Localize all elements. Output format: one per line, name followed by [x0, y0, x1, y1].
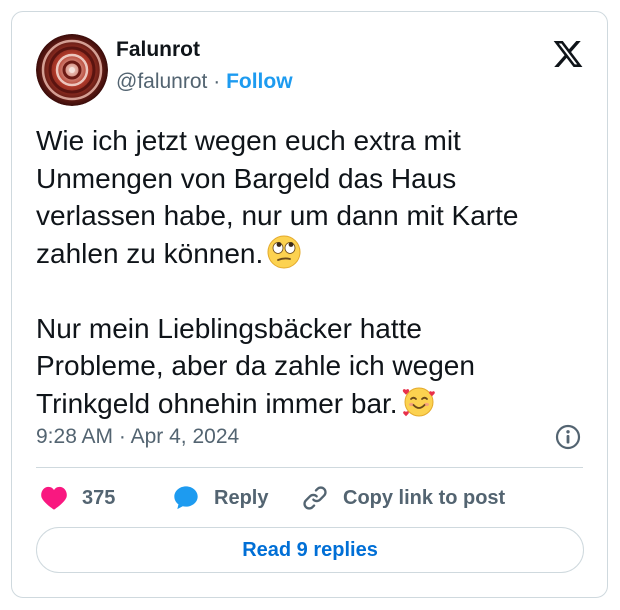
like-button[interactable]: 375: [40, 482, 115, 514]
tweet-card: Falunrot @falunrot · Follow Wie ich jetz…: [11, 11, 608, 598]
reply-label: Reply: [214, 486, 269, 509]
read-replies-label: Read 9 replies: [242, 538, 378, 561]
tweet-time: 9:28 AM: [36, 425, 114, 448]
smiling-face-with-hearts-emoji-icon: [402, 385, 436, 419]
author-handle[interactable]: @falunrot: [116, 70, 207, 93]
copy-link-button[interactable]: Copy link to post: [301, 482, 505, 514]
reply-button[interactable]: Reply: [172, 482, 268, 514]
info-icon[interactable]: [554, 423, 582, 451]
heart-icon: [40, 485, 68, 511]
follow-button[interactable]: Follow: [226, 70, 293, 93]
tweet-date: Apr 4, 2024: [130, 425, 240, 448]
reply-bubble-icon: [172, 484, 200, 512]
tweet-timestamp[interactable]: 9:28 AM · Apr 4, 2024: [36, 425, 239, 449]
x-logo-icon[interactable]: [552, 38, 584, 70]
avatar[interactable]: [36, 34, 108, 106]
link-icon: [301, 484, 329, 512]
copy-link-label: Copy link to post: [343, 486, 506, 509]
divider: [36, 467, 583, 468]
author-name[interactable]: Falunrot: [116, 38, 200, 62]
meta-separator: ·: [118, 425, 126, 448]
like-count: 375: [82, 486, 116, 509]
read-replies-button[interactable]: Read 9 replies: [36, 527, 584, 573]
action-bar: 375 Reply Copy link to post: [36, 482, 596, 514]
rolling-eyes-emoji-icon: [267, 235, 301, 269]
tweet-text: Wie ich jetzt wegen euch extra mit Unmen…: [36, 122, 591, 422]
handle-separator: ·: [213, 70, 221, 93]
author-handle-row: @falunrot · Follow: [116, 70, 293, 94]
